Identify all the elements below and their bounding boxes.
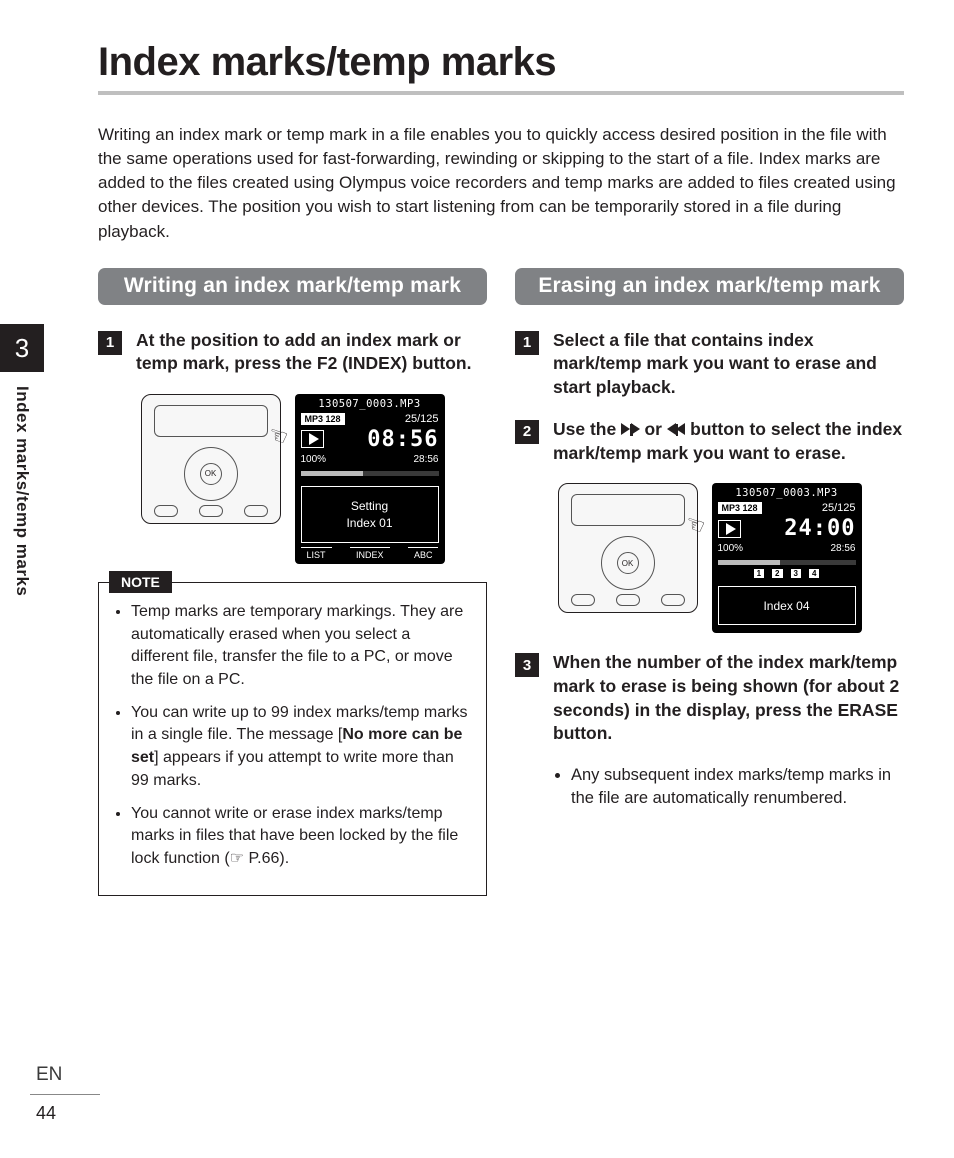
reference-icon [230, 850, 244, 867]
device-bottom-buttons [154, 505, 268, 517]
note-item: You can write up to 99 index marks/temp … [131, 702, 472, 793]
step-sub-bullet: Any subsequent index marks/temp marks in… [571, 764, 904, 810]
note-box: NOTE Temp marks are temporary markings. … [98, 582, 487, 896]
play-icon [301, 430, 324, 448]
note-item: You cannot write or erase index marks/te… [131, 803, 472, 871]
step-text-post: button. [553, 723, 612, 743]
lcd-message-line1: Index 04 [763, 599, 809, 613]
step-text: At the position to add an index mark or … [136, 329, 487, 376]
step-text: Use the or button to select the index ma… [553, 418, 904, 466]
step-number-badge: 1 [98, 331, 122, 355]
note-label: NOTE [109, 571, 172, 593]
erasing-step-3: 3 When the number of the index mark/temp… [515, 651, 904, 746]
note-text: ] appears if you attempt to write more t… [131, 749, 454, 789]
dpad-icon [601, 536, 655, 590]
lcd-screenshot-writing: 130507_0003.MP3 MP3 128 25/125 08:56 100… [295, 394, 445, 564]
note-text: You cannot write or erase index marks/te… [131, 805, 458, 867]
lcd-message-line2: Index 01 [346, 516, 392, 530]
step-sub-bullet-list: Any subsequent index marks/temp marks in… [553, 764, 904, 810]
step-text-bold: F2 (INDEX) [317, 353, 407, 373]
note-text: P.66). [244, 850, 289, 867]
step-text-bold: ERASE [838, 700, 898, 720]
writing-step-1: 1 At the position to add an index mark o… [98, 329, 487, 376]
hand-pointer-icon: ☜ [681, 510, 708, 541]
step-number-badge: 1 [515, 331, 539, 355]
section-heading-erasing: Erasing an index mark/temp mark [515, 268, 904, 305]
lcd-duration: 28:56 [830, 543, 855, 554]
lcd-volume: 100% [301, 454, 327, 465]
device-illustration: ☜ [558, 483, 698, 613]
lcd-file-counter: 25/125 [405, 413, 439, 425]
chapter-number-badge: 3 [0, 324, 44, 372]
fast-forward-icon [621, 418, 640, 442]
note-item: Temp marks are temporary markings. They … [131, 601, 472, 692]
lcd-message-line1: Setting [351, 499, 388, 513]
step-text-mid: or [640, 419, 667, 439]
lcd-index-marker: 3 [791, 569, 801, 578]
play-icon [718, 520, 741, 538]
note-list: Temp marks are temporary markings. They … [113, 601, 472, 871]
lcd-filename: 130507_0003.MP3 [718, 487, 856, 499]
lcd-index-marker: 1 [754, 569, 764, 578]
lcd-elapsed-time: 08:56 [367, 427, 438, 452]
step-text-pre: Use the [553, 419, 621, 439]
lcd-file-counter: 25/125 [822, 502, 856, 514]
erasing-step-2: 2 Use the or button to select the index … [515, 418, 904, 466]
step-number-badge: 2 [515, 420, 539, 444]
step-text-post: button. [407, 353, 471, 373]
lcd-filename: 130507_0003.MP3 [301, 398, 439, 410]
lcd-index-marker: 4 [809, 569, 819, 578]
left-column: Writing an index mark/temp mark 1 At the… [98, 268, 487, 896]
lcd-softkey-right: ABC [408, 547, 439, 560]
lcd-softkeys: LIST INDEX ABC [301, 547, 439, 560]
lcd-codec-badge: MP3 128 [301, 413, 345, 425]
lcd-duration: 28:56 [413, 454, 438, 465]
device-illustration: ☜ [141, 394, 281, 524]
step-text: When the number of the index mark/temp m… [553, 651, 904, 746]
page-number: 44 [30, 1103, 100, 1124]
rewind-icon [667, 418, 686, 442]
page-title: Index marks/temp marks [98, 40, 904, 95]
intro-paragraph: Writing an index mark or temp mark in a … [98, 123, 904, 244]
dpad-icon [184, 447, 238, 501]
side-tab: 3 Index marks/temp marks [0, 324, 44, 596]
lcd-progress-bar [718, 560, 856, 565]
lcd-index-markers: 1 2 3 4 [718, 569, 856, 578]
lcd-message-box: Index 04 [718, 586, 856, 625]
erasing-step-1: 1 Select a file that contains index mark… [515, 329, 904, 400]
device-bottom-buttons [571, 594, 685, 606]
step-number-badge: 3 [515, 653, 539, 677]
lcd-softkey-mid: INDEX [350, 547, 390, 560]
language-label: EN [30, 1064, 100, 1095]
lcd-progress-bar [301, 471, 439, 476]
lcd-elapsed-time: 24:00 [784, 516, 855, 541]
writing-figure-row: ☜ 130507_0003.MP3 MP3 128 25/125 08:56 1… [98, 394, 487, 564]
erasing-figure-row: ☜ 130507_0003.MP3 MP3 128 25/125 24:00 1… [515, 483, 904, 633]
lcd-index-marker: 2 [772, 569, 782, 578]
lcd-softkey-left: LIST [301, 547, 332, 560]
page-footer: EN 44 [30, 1064, 100, 1124]
lcd-volume: 100% [718, 543, 744, 554]
hand-pointer-icon: ☜ [264, 420, 291, 451]
side-section-label: Index marks/temp marks [12, 386, 32, 596]
section-heading-writing: Writing an index mark/temp mark [98, 268, 487, 305]
lcd-codec-badge: MP3 128 [718, 502, 762, 514]
right-column: Erasing an index mark/temp mark 1 Select… [515, 268, 904, 896]
lcd-screenshot-erasing: 130507_0003.MP3 MP3 128 25/125 24:00 100… [712, 483, 862, 633]
two-column-layout: Writing an index mark/temp mark 1 At the… [98, 268, 904, 896]
step-text: Select a file that contains index mark/t… [553, 329, 904, 400]
lcd-message-box: Setting Index 01 [301, 486, 439, 543]
